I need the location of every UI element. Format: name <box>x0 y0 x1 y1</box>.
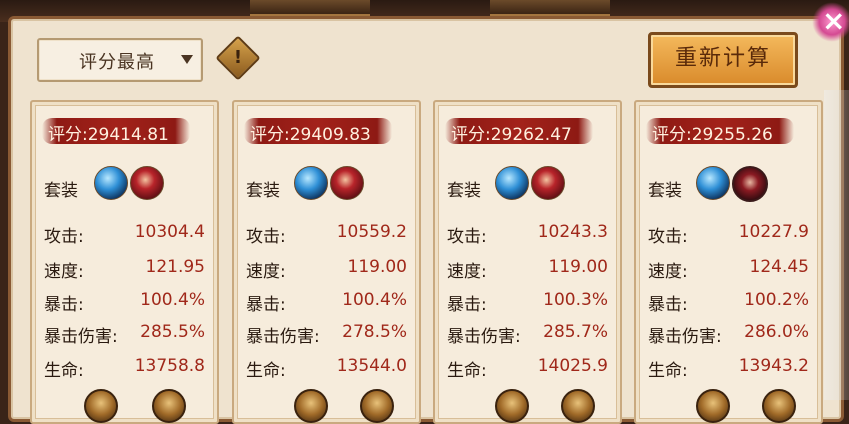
stat-label: 攻击: <box>246 227 286 247</box>
blue-soul-icon <box>696 166 730 200</box>
result-card-2[interactable]: 评分:29409.83 套装 攻击: 10559.2 速度: 119.00 暴击… <box>232 100 421 424</box>
stat-label: 速度: <box>648 262 688 282</box>
set-label: 套装 <box>44 181 78 201</box>
stat-label: 速度: <box>246 262 286 282</box>
stat-value: 285.5% <box>140 322 205 342</box>
result-card-3[interactable]: 评分:29262.47 套装 攻击: 10243.3 速度: 119.00 暴击… <box>433 100 622 424</box>
score-text: 评分:29255.26 <box>652 125 773 145</box>
stat-label: 暴击伤害: <box>447 327 521 347</box>
recalculate-button[interactable]: 重新计算 <box>648 32 798 88</box>
stat-value: 100.4% <box>342 290 407 310</box>
stat-value: 14025.9 <box>537 356 608 376</box>
set-label: 套装 <box>246 181 280 201</box>
result-card-4[interactable]: 评分:29255.26 套装 攻击: 10227.9 速度: 124.45 暴击… <box>634 100 823 424</box>
sort-dropdown-label: 评分最高 <box>79 52 155 73</box>
info-glyph: ! <box>233 47 243 68</box>
equipment-slot-icon[interactable] <box>360 389 394 423</box>
equipment-slot-icon[interactable] <box>294 389 328 423</box>
stat-value: 100.3% <box>543 290 608 310</box>
stat-label: 暴击: <box>246 295 286 315</box>
stat-label: 生命: <box>246 361 286 381</box>
stat-label: 攻击: <box>648 227 688 247</box>
set-label: 套装 <box>447 181 481 201</box>
stat-value: 278.5% <box>342 322 407 342</box>
red-soul-icon <box>330 166 364 200</box>
stat-value: 285.7% <box>543 322 608 342</box>
sort-dropdown[interactable]: 评分最高 <box>37 38 203 82</box>
stat-value: 119.00 <box>548 257 608 277</box>
stat-label: 生命: <box>44 361 84 381</box>
blue-soul-icon <box>94 166 128 200</box>
stat-label: 攻击: <box>44 227 84 247</box>
equipment-slot-icon[interactable] <box>152 389 186 423</box>
blue-soul-icon <box>495 166 529 200</box>
equipment-slot-icon[interactable] <box>84 389 118 423</box>
score-text: 评分:29409.83 <box>250 125 371 145</box>
stat-value: 10559.2 <box>336 222 407 242</box>
red-hat-soul-icon <box>732 166 768 202</box>
stat-value: 100.4% <box>140 290 205 310</box>
stat-label: 暴击: <box>44 295 84 315</box>
stat-label: 暴击伤害: <box>44 327 118 347</box>
equipment-slot-icon[interactable] <box>696 389 730 423</box>
watermark <box>824 90 849 400</box>
close-glyph: × <box>822 4 846 37</box>
stat-value: 121.95 <box>145 257 205 277</box>
stat-value: 13544.0 <box>336 356 407 376</box>
stat-value: 100.2% <box>744 290 809 310</box>
score-text: 评分:29262.47 <box>451 125 572 145</box>
top-ornament-left <box>250 0 370 16</box>
stat-value: 124.45 <box>749 257 809 277</box>
stat-label: 速度: <box>44 262 84 282</box>
stat-label: 生命: <box>648 361 688 381</box>
close-icon[interactable]: × <box>812 2 849 42</box>
stat-value: 10227.9 <box>738 222 809 242</box>
result-card-1[interactable]: 评分:29414.81 套装 攻击: 10304.4 速度: 121.95 暴击… <box>30 100 219 424</box>
stat-value: 119.00 <box>347 257 407 277</box>
red-soul-icon <box>531 166 565 200</box>
stat-value: 13758.8 <box>134 356 205 376</box>
red-soul-icon <box>130 166 164 200</box>
stat-label: 生命: <box>447 361 487 381</box>
stat-label: 速度: <box>447 262 487 282</box>
score-text: 评分:29414.81 <box>48 125 169 145</box>
stat-label: 暴击伤害: <box>246 327 320 347</box>
equipment-slot-icon[interactable] <box>561 389 595 423</box>
stat-label: 暴击: <box>447 295 487 315</box>
stat-label: 攻击: <box>447 227 487 247</box>
top-ornament-right <box>490 0 610 16</box>
stat-value: 286.0% <box>744 322 809 342</box>
stat-value: 13943.2 <box>738 356 809 376</box>
stat-value: 10243.3 <box>537 222 608 242</box>
chevron-down-icon <box>181 55 193 64</box>
blue-soul-icon <box>294 166 328 200</box>
set-label: 套装 <box>648 181 682 201</box>
stat-value: 10304.4 <box>134 222 205 242</box>
equipment-slot-icon[interactable] <box>495 389 529 423</box>
equipment-slot-icon[interactable] <box>762 389 796 423</box>
stat-label: 暴击: <box>648 295 688 315</box>
stat-label: 暴击伤害: <box>648 327 722 347</box>
